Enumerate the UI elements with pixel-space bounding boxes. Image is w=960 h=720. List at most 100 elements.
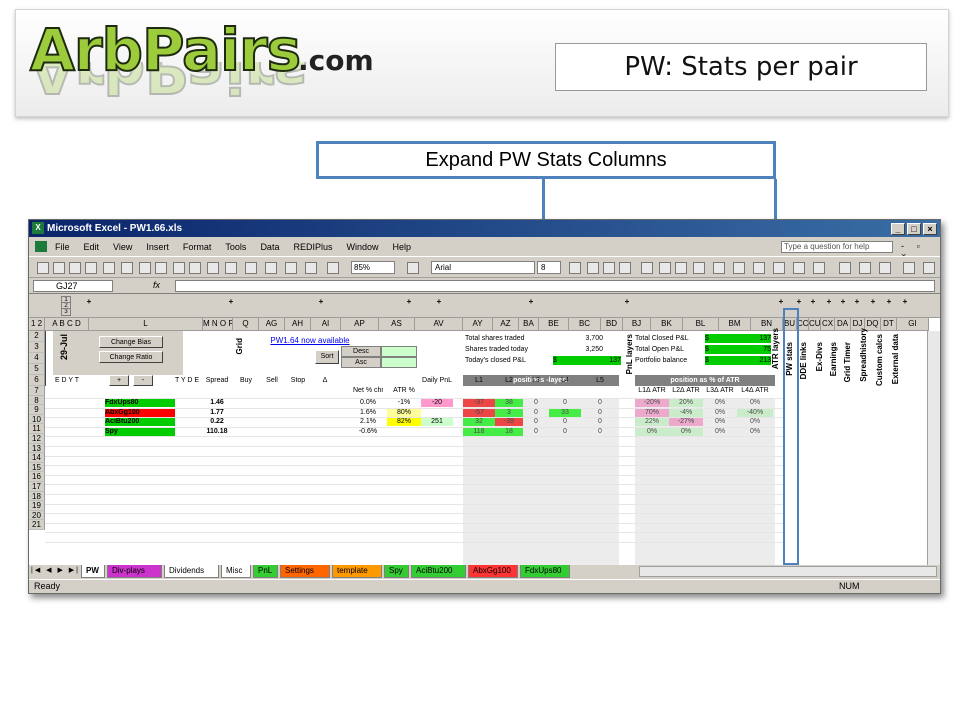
sheet-tab-div-plays[interactable]: Div-plays — [107, 565, 162, 578]
formula-input[interactable] — [175, 280, 935, 292]
toolbar-icon[interactable] — [69, 262, 81, 274]
toolbar-icon[interactable] — [603, 262, 615, 274]
row-header[interactable]: 17 — [29, 482, 45, 492]
toolbar-icon[interactable] — [53, 262, 65, 274]
menu-window[interactable]: Window — [346, 242, 378, 252]
toolbar-icon[interactable] — [121, 262, 133, 274]
column-header[interactable]: BL — [683, 318, 719, 331]
toolbar-icon[interactable] — [813, 262, 825, 274]
expand-plus-icon[interactable]: + — [405, 298, 413, 306]
toolbar-icon[interactable] — [225, 262, 237, 274]
zoom-select[interactable]: 85% — [351, 261, 395, 274]
toolbar-icon[interactable] — [839, 262, 851, 274]
menu-tools[interactable]: Tools — [225, 242, 246, 252]
row-header[interactable]: 18 — [29, 491, 45, 502]
toolbar-icon[interactable] — [103, 262, 115, 274]
expand-plus-icon[interactable]: + — [795, 298, 803, 306]
pair-name[interactable]: Spy — [105, 426, 175, 436]
add-pair-button[interactable]: + — [109, 375, 129, 386]
pair-name[interactable]: FdxUps80 — [105, 398, 175, 407]
sheet-tab-pw[interactable]: PW — [81, 565, 105, 578]
toolbar-icon[interactable] — [265, 262, 277, 274]
column-header[interactable]: BE — [539, 318, 569, 331]
horizontal-scrollbar[interactable] — [639, 566, 937, 577]
expand-plus-icon[interactable]: + — [839, 298, 847, 306]
toolbar-icon[interactable] — [155, 262, 167, 274]
row-header[interactable]: 16 — [29, 472, 45, 482]
toolbar-icon[interactable] — [407, 262, 419, 274]
menu-help[interactable]: Help — [392, 242, 411, 252]
toolbar-icon[interactable] — [903, 262, 915, 274]
toolbar-icon[interactable] — [173, 262, 185, 274]
column-header[interactable]: AP — [341, 318, 379, 331]
sheet-tab-fdxups80[interactable]: FdxUps80 — [520, 565, 570, 578]
toolbar-icon[interactable] — [37, 262, 49, 274]
sheet-tab-pnl[interactable]: PnL — [253, 565, 278, 578]
toolbar-icon[interactable] — [693, 262, 705, 274]
column-header[interactable]: M N O P — [203, 318, 233, 331]
column-header[interactable]: BD — [601, 318, 623, 331]
expand-plus-icon[interactable]: + — [825, 298, 833, 306]
column-header[interactable]: AZ — [493, 318, 519, 331]
expand-plus-icon[interactable]: + — [435, 298, 443, 306]
sheet-tab-acibtu200[interactable]: AciBtu200 — [411, 565, 466, 578]
toolbar-icon[interactable] — [713, 262, 725, 274]
sheet-tab-dividends[interactable]: Dividends — [164, 565, 219, 578]
row-header[interactable]: 2 — [29, 331, 45, 342]
toolbar-icon[interactable] — [923, 262, 935, 274]
menu-rediplus[interactable]: REDIPlus — [293, 242, 332, 252]
expand-plus-icon[interactable]: + — [85, 298, 93, 306]
minimize-button[interactable]: _ — [891, 222, 905, 235]
row-header[interactable]: 15 — [29, 462, 45, 473]
toolbar-icon[interactable] — [659, 262, 671, 274]
toolbar-icon[interactable] — [793, 262, 805, 274]
column-header[interactable]: DA — [835, 318, 851, 331]
sheet-tab-abxgg100[interactable]: AbxGg100 — [468, 565, 518, 578]
sheet-tab-template[interactable]: template — [332, 565, 382, 578]
name-box[interactable]: GJ27 — [33, 280, 113, 292]
toolbar-icon[interactable] — [859, 262, 871, 274]
close-button[interactable]: × — [923, 222, 937, 235]
column-header[interactable]: AI — [311, 318, 341, 331]
row-header[interactable]: 3 — [29, 342, 45, 353]
toolbar-icon[interactable] — [587, 262, 599, 274]
toolbar-icon[interactable] — [139, 262, 151, 274]
column-header[interactable]: Q — [233, 318, 259, 331]
toolbar-icon[interactable] — [675, 262, 687, 274]
toolbar-icon[interactable] — [189, 262, 201, 274]
expand-plus-icon[interactable]: + — [869, 298, 877, 306]
expand-plus-icon[interactable]: + — [623, 298, 631, 306]
column-header[interactable]: DT — [881, 318, 897, 331]
expand-plus-icon[interactable]: + — [227, 298, 235, 306]
pair-name[interactable]: AciBtu200 — [105, 417, 175, 427]
desc-option[interactable]: Desc — [341, 346, 381, 357]
row-header[interactable]: 9 — [29, 405, 45, 415]
change-ratio-button[interactable]: Change Ratio — [99, 351, 163, 363]
expand-plus-icon[interactable]: + — [901, 298, 909, 306]
column-header[interactable]: BC — [569, 318, 601, 331]
toolbar-icon[interactable] — [85, 262, 97, 274]
expand-plus-icon[interactable]: + — [777, 298, 785, 306]
toolbar-icon[interactable] — [619, 262, 631, 274]
expand-plus-icon[interactable]: + — [885, 298, 893, 306]
expand-plus-icon[interactable]: + — [809, 298, 817, 306]
sheet-tab-settings[interactable]: Settings — [280, 565, 330, 578]
column-header[interactable]: AG — [259, 318, 285, 331]
font-name-select[interactable]: Arial — [431, 261, 535, 274]
sort-button[interactable]: Sort — [315, 350, 339, 364]
expand-plus-icon[interactable]: + — [317, 298, 325, 306]
menu-data[interactable]: Data — [260, 242, 279, 252]
asc-option[interactable]: Asc — [341, 357, 381, 368]
column-header[interactable]: CU — [809, 318, 821, 331]
expand-plus-icon[interactable]: + — [527, 298, 535, 306]
row-header[interactable]: 19 — [29, 501, 45, 511]
font-size-select[interactable]: 8 — [537, 261, 561, 274]
row-header[interactable]: 14 — [29, 453, 45, 463]
tab-scroll-buttons[interactable]: |◀ ◀ ▶ ▶| — [31, 566, 80, 574]
column-header[interactable]: AV — [415, 318, 463, 331]
menu-file[interactable]: File — [55, 242, 70, 252]
pair-name[interactable]: AbxGg100 — [105, 407, 175, 417]
menu-edit[interactable]: Edit — [84, 242, 100, 252]
expand-plus-icon[interactable]: + — [853, 298, 861, 306]
menu-view[interactable]: View — [113, 242, 132, 252]
